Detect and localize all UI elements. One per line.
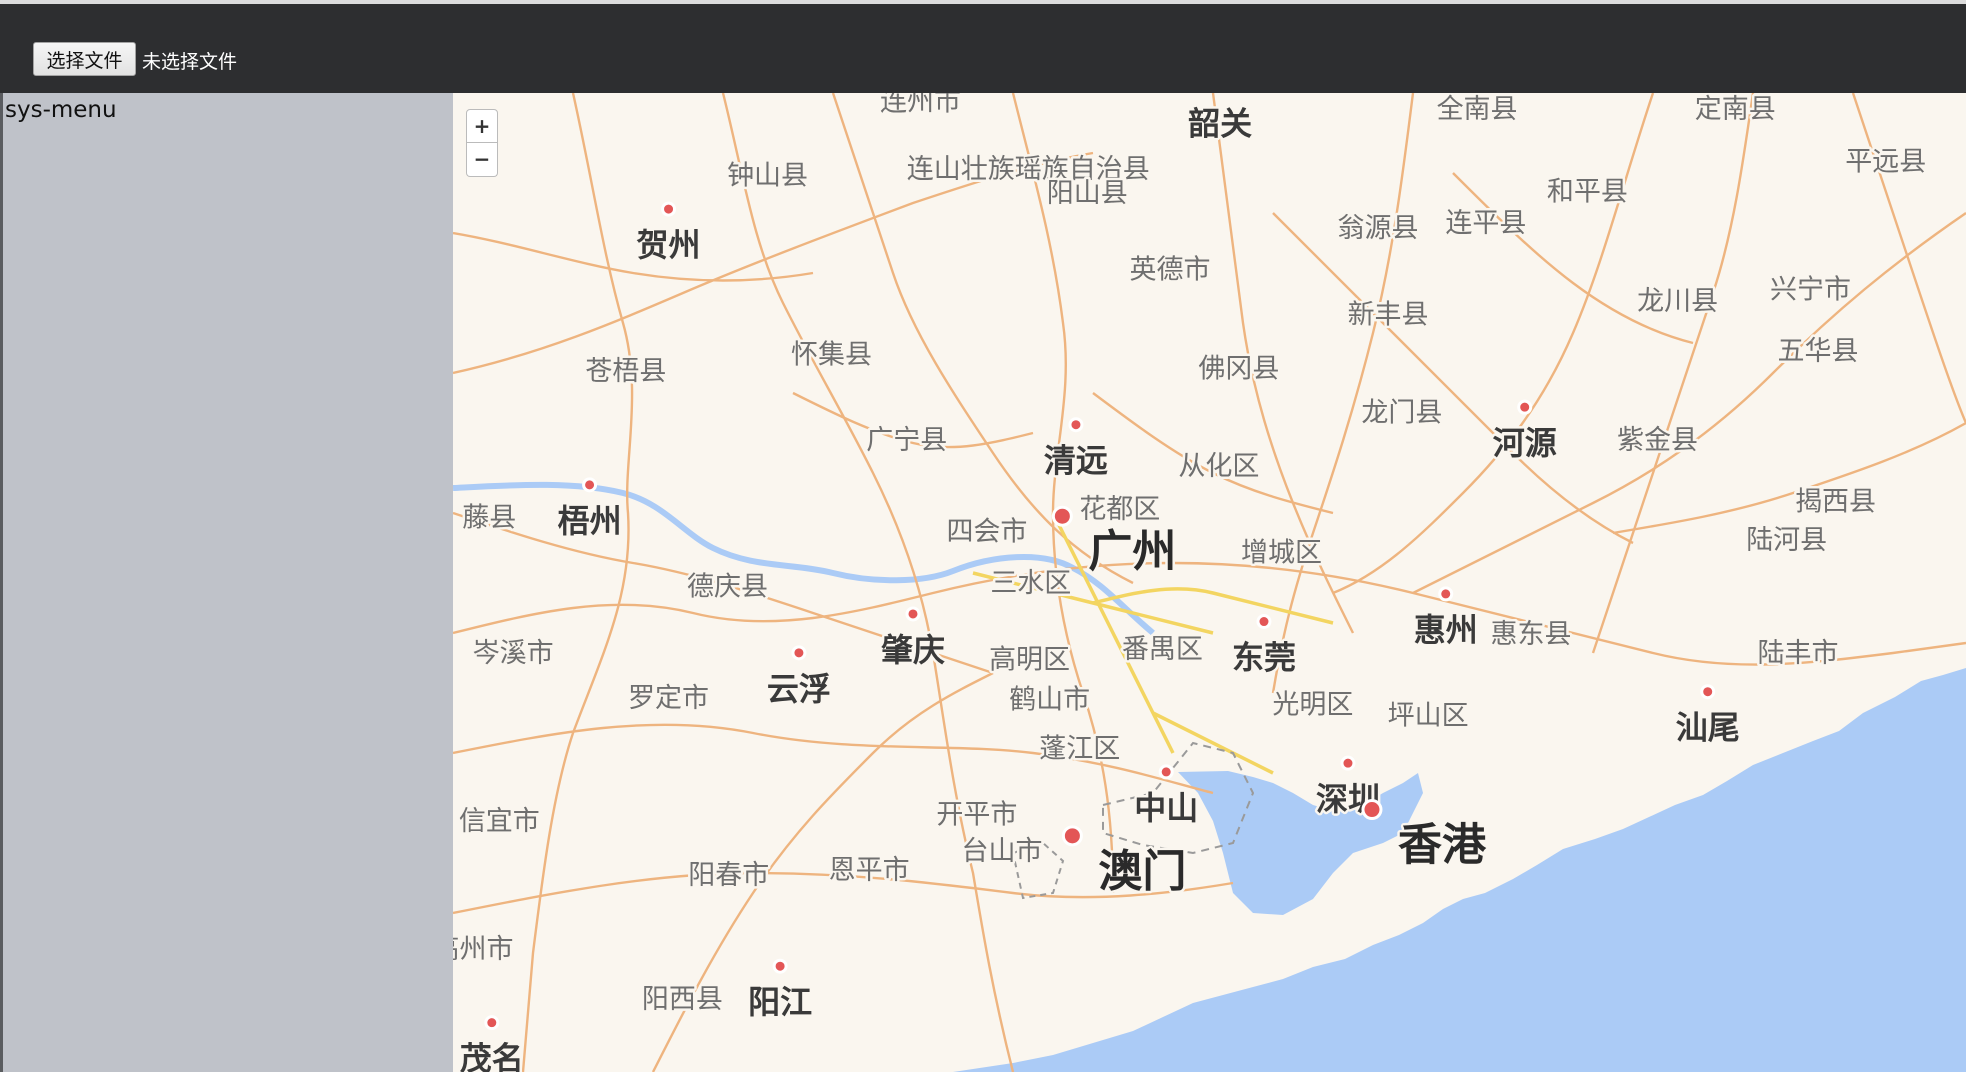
label-dongguan: 东莞: [1232, 639, 1296, 677]
label-zhongshanxian: 钟山县: [727, 160, 808, 191]
zoom-out-button[interactable]: −: [466, 143, 498, 177]
label-zhongshan: 中山: [1134, 789, 1198, 827]
label-yunfu: 云浮: [767, 670, 831, 708]
label-lianzhou: 连州市: [880, 93, 961, 117]
label-hezhou: 贺州: [637, 226, 701, 264]
label-maoming: 茂名: [460, 1040, 524, 1072]
label-hongkong: 香港: [1398, 820, 1487, 871]
label-huaiji: 怀集县: [791, 340, 872, 371]
sys-menu-sidebar: sys-menu: [0, 93, 453, 1072]
label-yingde: 英德市: [1129, 254, 1210, 285]
hongkong-marker: [1361, 799, 1383, 821]
shanwei-marker: [1700, 684, 1716, 700]
label-cenxi: 岑溪市: [473, 638, 554, 669]
label-heping: 和平县: [1547, 177, 1628, 208]
label-longchuan: 龙川县: [1637, 286, 1718, 317]
shenzhen-marker: [1340, 755, 1356, 771]
label-zengcheng: 增城区: [1241, 538, 1322, 569]
label-macau: 澳门: [1098, 846, 1186, 897]
label-yangjiang: 阳江: [748, 983, 812, 1021]
map-canvas[interactable]: 韶关 全南县 定南县连州市连山壮族瑶族自治县钟山县阳山县平远县和平县翁源县 连平县贺州…: [453, 93, 1966, 1072]
label-huidong: 惠东县: [1490, 619, 1571, 650]
label-lianping: 连平县: [1445, 208, 1526, 239]
choose-file-button[interactable]: 选择文件: [33, 42, 136, 76]
qingyuan-marker: [1068, 417, 1084, 433]
label-gaozhou: 高州市: [453, 934, 514, 965]
label-shanwei: 汕尾: [1676, 709, 1740, 747]
label-pingshan: 坪山区: [1388, 701, 1469, 732]
label-guangzhou: 广州: [1088, 526, 1176, 577]
label-yangchun: 阳春市: [688, 860, 769, 891]
label-lufeng: 陆丰市: [1757, 638, 1838, 669]
label-yangshan: 阳山县: [1047, 178, 1128, 209]
label-quannan: 全南县: [1437, 94, 1518, 125]
zhongshan-marker: [1158, 764, 1174, 780]
label-shaoguan: 韶关: [1188, 105, 1252, 143]
label-xingning: 兴宁市: [1770, 274, 1851, 305]
label-pingyuan: 平远县: [1845, 147, 1926, 178]
label-guangming: 光明区: [1272, 689, 1353, 720]
hezhou-marker: [661, 201, 677, 217]
label-zijin: 紫金县: [1617, 425, 1698, 456]
label-cangwu: 苍梧县: [585, 356, 666, 387]
label-wuzhou: 梧州: [558, 502, 622, 540]
huizhou-marker: [1438, 586, 1454, 602]
label-dingnan: 定南县: [1695, 94, 1776, 125]
label-kaiping: 开平市: [936, 800, 1017, 831]
label-heyuan: 河源: [1493, 424, 1557, 462]
dongguan-marker: [1256, 614, 1272, 630]
file-status-text: 未选择文件: [142, 51, 238, 73]
maoming-marker: [484, 1015, 500, 1031]
zoom-in-button[interactable]: +: [466, 109, 498, 143]
label-enping: 恩平市: [829, 855, 910, 886]
label-fogang: 佛冈县: [1198, 353, 1279, 384]
label-qingyuan: 清远: [1044, 442, 1108, 480]
label-longmen: 龙门县: [1361, 397, 1442, 428]
label-wengyuan: 翁源县: [1338, 213, 1419, 244]
label-jiexi: 揭西县: [1795, 486, 1876, 517]
label-panyu: 番禺区: [1122, 634, 1203, 665]
label-guangning: 广宁县: [866, 425, 947, 456]
label-sihui: 四会市: [946, 516, 1027, 547]
sidebar-title: sys-menu: [5, 97, 117, 123]
label-luoding: 罗定市: [628, 683, 709, 714]
label-huadu: 花都区: [1079, 494, 1160, 525]
yunfu-marker: [791, 645, 807, 661]
yangjiang-marker: [772, 958, 788, 974]
label-xinyi: 信宜市: [459, 806, 540, 837]
label-wuhua: 五华县: [1778, 336, 1859, 367]
label-taishan: 台山市: [961, 836, 1042, 867]
label-conghua: 从化区: [1178, 451, 1259, 482]
macau-marker: [1061, 825, 1083, 847]
label-heshan: 鹤山市: [1009, 684, 1090, 715]
heyuan-marker: [1517, 399, 1533, 415]
label-zhaoqing: 肇庆: [881, 631, 945, 669]
map-view[interactable]: 韶关 全南县 定南县 连州市 连山壮族瑶族自治县 钟山县 阳山县 平远县 和平县 翁源县 连平县 贺州…: [453, 93, 1966, 1072]
label-pengjiang: 蓬江区: [1039, 733, 1120, 764]
label-tengxian: 藤县: [462, 503, 516, 534]
label-luhe: 陆河县: [1746, 525, 1827, 556]
top-toolbar: 选择文件 未选择文件: [0, 0, 1966, 93]
label-sanshui: 三水区: [990, 568, 1071, 599]
wuzhou-marker: [582, 477, 598, 493]
label-deqing: 德庆县: [687, 572, 768, 603]
label-yangxi: 阳西县: [642, 984, 723, 1015]
label-gaoming: 高明区: [989, 644, 1070, 675]
zhaoqing-marker: [905, 606, 921, 622]
label-xinfeng: 新丰县: [1348, 300, 1429, 331]
label-huizhou: 惠州: [1414, 611, 1478, 649]
guangzhou-marker: [1051, 505, 1073, 527]
